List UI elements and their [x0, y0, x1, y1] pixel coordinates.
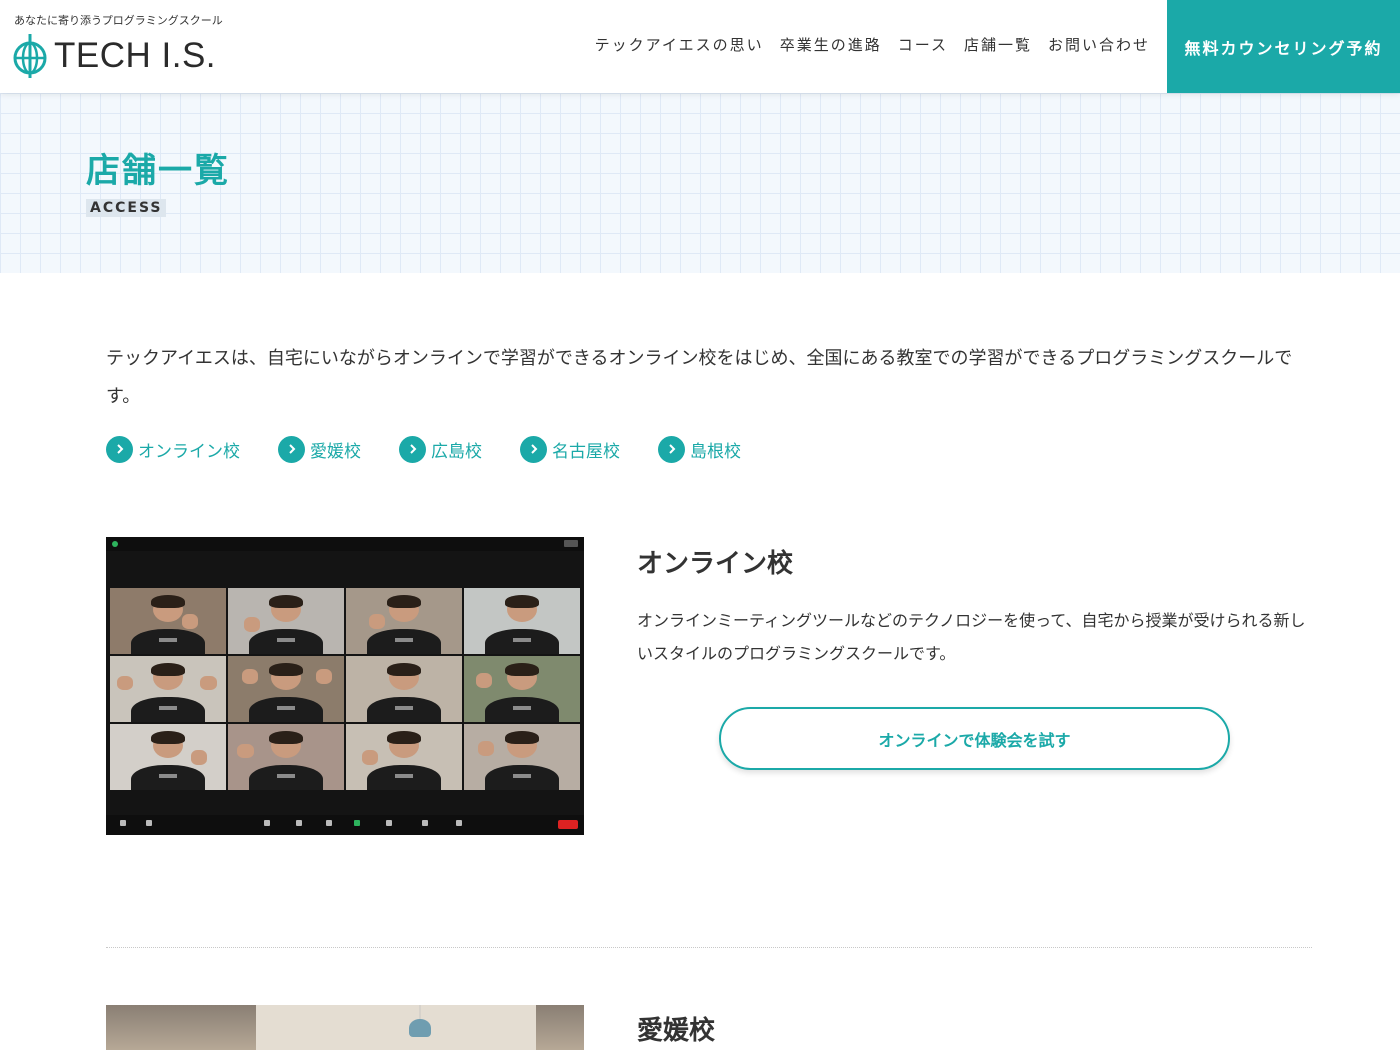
pendant-lamp — [409, 1019, 431, 1037]
participant-tile — [346, 588, 462, 654]
nav-link-locations[interactable]: 店舗一覧 — [964, 34, 1032, 55]
chevron-right-icon — [520, 435, 547, 463]
online-trial-button[interactable]: オンラインで体験会を試す — [719, 707, 1230, 770]
section-title-ehime: 愛媛校 — [637, 1016, 716, 1046]
microphone-icon — [120, 820, 126, 826]
chevron-right-icon — [106, 435, 133, 463]
site-tagline: あなたに寄り添うプログラミングスクール — [14, 14, 223, 27]
chevron-right-icon — [399, 435, 426, 463]
participant-tile — [110, 724, 226, 790]
anchor-nagoya[interactable]: 名古屋校 — [520, 435, 620, 463]
participants-icon — [296, 820, 302, 826]
video-participant-grid — [110, 588, 580, 790]
anchor-label: 名古屋校 — [552, 441, 620, 462]
breakout-rooms-icon — [422, 820, 428, 826]
page-title: 店舗一覧 — [86, 151, 230, 191]
participant-tile — [228, 656, 344, 722]
record-icon — [386, 820, 392, 826]
meeting-top-bar — [106, 537, 584, 551]
global-nav: テックアイエスの思い 卒業生の進路 コース 店舗一覧 お問い合わせ — [595, 34, 1150, 55]
anchor-label: 愛媛校 — [310, 441, 361, 462]
online-class-screenshot — [106, 537, 584, 835]
nav-link-courses[interactable]: コース — [898, 34, 948, 55]
participant-tile — [228, 588, 344, 654]
participant-tile — [228, 724, 344, 790]
section-description-online: オンラインミーティングツールなどのテクノロジーを使って、自宅から授業が受けられる… — [637, 611, 1306, 663]
participant-tile — [346, 724, 462, 790]
site-header: あなたに寄り添うプログラミングスクール TECH I.S. テックアイエスの思い… — [0, 0, 1400, 93]
anchor-ehime[interactable]: 愛媛校 — [278, 435, 361, 463]
anchor-online[interactable]: オンライン校 — [106, 435, 240, 463]
nav-link-philosophy[interactable]: テックアイエスの思い — [595, 34, 764, 55]
logo-text: TECH I.S. — [54, 36, 217, 75]
counseling-reservation-button[interactable]: 無料カウンセリング予約 — [1167, 0, 1400, 93]
intro-text: テックアイエスは、自宅にいながらオンラインで学習ができるオンライン校をはじめ、全… — [106, 348, 1293, 407]
end-meeting-icon — [558, 820, 578, 829]
globe-logo-icon — [13, 34, 47, 78]
anchor-label: 広島校 — [431, 441, 482, 462]
participant-tile — [346, 656, 462, 722]
participant-tile — [464, 724, 580, 790]
anchor-label: オンライン校 — [138, 441, 240, 462]
nav-link-graduates[interactable]: 卒業生の進路 — [780, 34, 882, 55]
anchor-label: 島根校 — [690, 441, 741, 462]
page-hero: 店舗一覧 ACCESS — [0, 93, 1400, 273]
participant-tile — [110, 588, 226, 654]
anchor-hiroshima[interactable]: 広島校 — [399, 435, 482, 463]
anchor-shimane[interactable]: 島根校 — [658, 435, 741, 463]
site-logo[interactable]: TECH I.S. — [12, 34, 216, 78]
chat-icon — [326, 820, 332, 826]
page-subtitle: ACCESS — [86, 199, 167, 217]
nav-link-contact[interactable]: お問い合わせ — [1048, 34, 1150, 55]
participant-tile — [464, 656, 580, 722]
location-anchor-list: オンライン校 愛媛校 広島校 名古屋校 島根校 — [106, 434, 779, 464]
participant-tile — [110, 656, 226, 722]
security-icon — [264, 820, 270, 826]
share-screen-icon — [354, 820, 360, 826]
participant-tile — [464, 588, 580, 654]
chevron-right-icon — [658, 435, 685, 463]
meeting-toolbar — [106, 815, 584, 835]
chevron-right-icon — [278, 435, 305, 463]
video-camera-icon — [146, 820, 152, 826]
section-title-online: オンライン校 — [637, 549, 794, 579]
ehime-classroom-photo — [106, 1005, 584, 1050]
section-divider — [106, 947, 1312, 948]
reactions-icon — [456, 820, 462, 826]
